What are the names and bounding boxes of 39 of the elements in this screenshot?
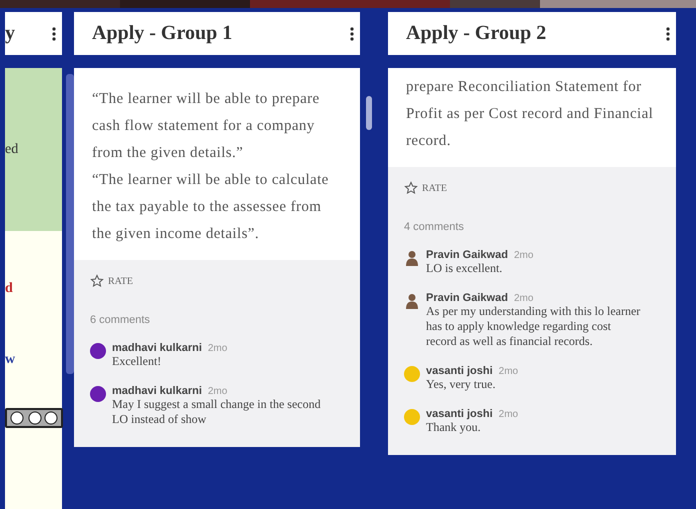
comment-author: vasanti joshi bbox=[426, 408, 493, 420]
post-text: d bbox=[5, 281, 13, 297]
scrollbar-thumb[interactable] bbox=[366, 96, 372, 130]
post-text: w bbox=[5, 352, 16, 368]
comment-author: madhavi kulkarni bbox=[112, 385, 202, 397]
comment-text: Yes, very true. bbox=[426, 377, 496, 392]
comment-time: 2mo bbox=[498, 366, 518, 377]
more-icon[interactable] bbox=[666, 26, 670, 40]
comment-count: 6 comments bbox=[90, 314, 150, 326]
comment-author: Pravin Gaikwad bbox=[426, 292, 508, 304]
column-title: y bbox=[5, 22, 15, 45]
scrollbar[interactable] bbox=[66, 74, 74, 374]
star-icon bbox=[404, 181, 418, 195]
comment-time: 2mo bbox=[498, 409, 518, 420]
star-icon bbox=[90, 274, 104, 288]
rate-button[interactable]: RATE bbox=[404, 177, 447, 199]
comment-text: Thank you. bbox=[426, 420, 482, 435]
comment-text: LO is excellent. bbox=[426, 261, 504, 276]
column-title: Apply - Group 2 bbox=[406, 22, 546, 45]
post-text: prepare Reconciliation Statement for Profit as per Cost record and Financial record. bbox=[406, 78, 654, 151]
comment-time: 2mo bbox=[208, 343, 228, 354]
comment-author: Pravin Gaikwad bbox=[426, 249, 508, 261]
post-text: “The learner will be able to prepare cash flow statement for a company from the given details.” bbox=[92, 90, 321, 163]
comment-count: 4 comments bbox=[404, 221, 464, 233]
comment-time: 2mo bbox=[514, 250, 534, 261]
rate-button[interactable]: RATE bbox=[90, 270, 133, 292]
comment-time: 2mo bbox=[208, 386, 228, 397]
more-icon[interactable] bbox=[52, 26, 56, 40]
post-text: ed bbox=[5, 142, 18, 158]
post-text: “The learner will be able to calculate the tax payable to the assessee from the given income details”. bbox=[92, 171, 330, 244]
comment-text: May I suggest a small change in the second LO instead of show bbox=[112, 397, 322, 427]
more-icon[interactable] bbox=[350, 26, 354, 40]
column-title: Apply - Group 1 bbox=[92, 22, 232, 45]
license-badge-icon bbox=[5, 408, 63, 428]
comment-author: vasanti joshi bbox=[426, 365, 493, 377]
comment-author: madhavi kulkarni bbox=[112, 342, 202, 354]
comment-text: Excellent! bbox=[112, 354, 162, 369]
comment-time: 2mo bbox=[514, 293, 534, 304]
comment-text: As per my understanding with this lo learner has to apply knowledge regarding cost record as well as financial records. bbox=[426, 304, 642, 349]
